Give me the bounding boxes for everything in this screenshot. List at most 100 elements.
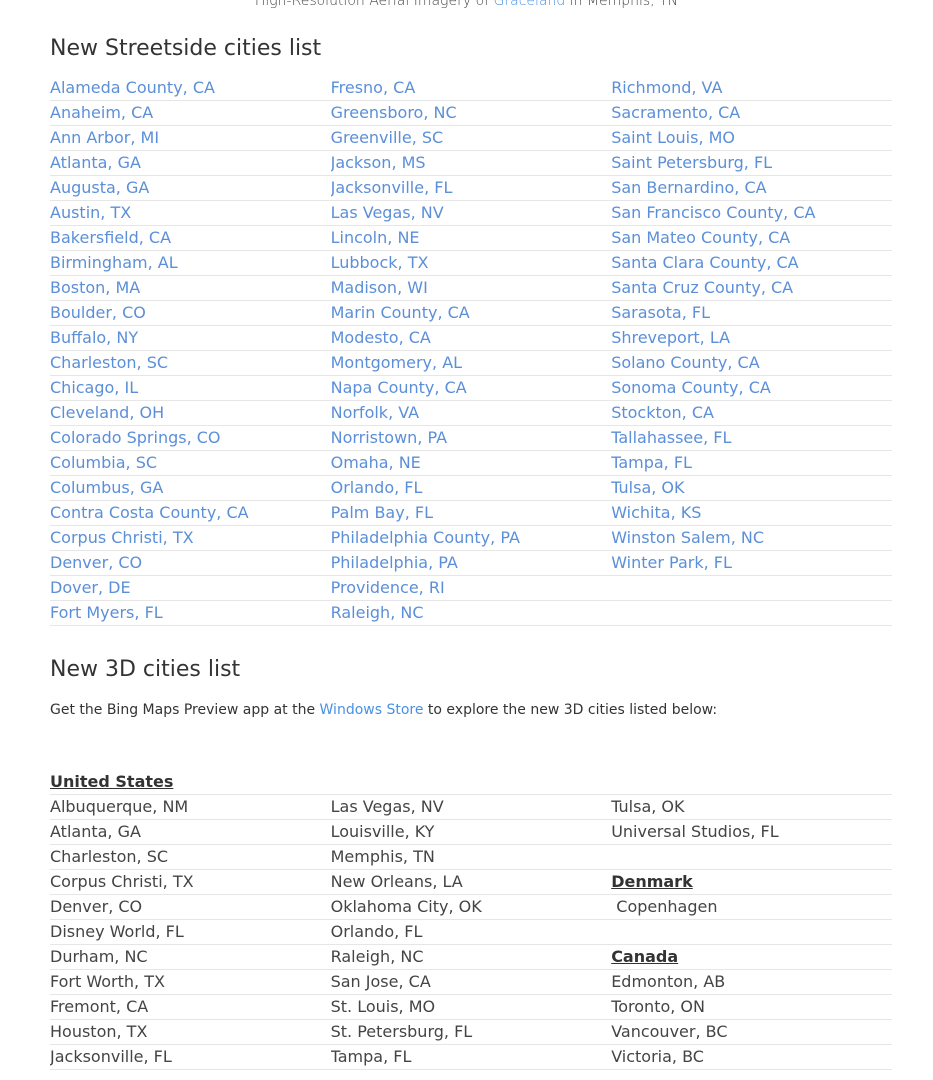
city-link-sonoma-county-ca[interactable]: Sonoma County, CA: [611, 376, 892, 400]
city-link-buffalo-ny[interactable]: Buffalo, NY: [50, 326, 331, 350]
city-link-chicago-il[interactable]: Chicago, IL: [50, 376, 331, 400]
city-link-solano-county-ca[interactable]: Solano County, CA: [611, 351, 892, 375]
city-link-santa-cruz-county-ca[interactable]: Santa Cruz County, CA: [611, 276, 892, 300]
table-row: Jacksonville, FL Tampa, FL Victoria, BC: [50, 1045, 892, 1070]
city-link-montgomery-al[interactable]: Montgomery, AL: [331, 351, 612, 375]
intro-prefix: Get the Bing Maps Preview app at the: [50, 702, 320, 718]
windows-store-link[interactable]: Windows Store: [320, 702, 424, 718]
city-link-lincoln-ne[interactable]: Lincoln, NE: [331, 226, 612, 250]
city-fremont-ca: Fremont, CA: [50, 997, 149, 1016]
city-link-wichita-ks[interactable]: Wichita, KS: [611, 501, 892, 525]
city-vancouver-bc: Vancouver, BC: [611, 1022, 728, 1041]
city-link-augusta-ga[interactable]: Augusta, GA: [50, 176, 331, 200]
city-toronto-on: Toronto, ON: [611, 997, 705, 1016]
city-link-norristown-pa[interactable]: Norristown, PA: [331, 426, 612, 450]
image-caption: High-Resolution Aerial Imagery of Gracel…: [0, 0, 933, 11]
table-row: Corpus Christi, TX Philadelphia County, P…: [50, 526, 892, 551]
city-denver-co: Denver, CO: [50, 897, 143, 916]
table-row: Boulder, CO Marin County, CA Sarasota, FL: [50, 301, 892, 326]
city-link-austin-tx[interactable]: Austin, TX: [50, 201, 331, 225]
table-row: Corpus Christi, TX New Orleans, LA Denmark: [50, 870, 892, 895]
city-link-stockton-ca[interactable]: Stockton, CA: [611, 401, 892, 425]
city-link-tulsa-ok[interactable]: Tulsa, OK: [611, 476, 892, 500]
city-link-greenville-sc[interactable]: Greenville, SC: [331, 126, 612, 150]
city-link-dover-de[interactable]: Dover, DE: [50, 576, 331, 600]
city-link-san-francisco-county-ca[interactable]: San Francisco County, CA: [611, 201, 892, 225]
city-link-tampa-fl[interactable]: Tampa, FL: [611, 451, 892, 475]
city-link-colorado-springs-co[interactable]: Colorado Springs, CO: [50, 426, 331, 450]
city-link-richmond-va[interactable]: Richmond, VA: [611, 76, 892, 100]
city-link-anaheim-ca[interactable]: Anaheim, CA: [50, 101, 331, 125]
city-link-boulder-co[interactable]: Boulder, CO: [50, 301, 331, 325]
city-link-bakersfield-ca[interactable]: Bakersfield, CA: [50, 226, 331, 250]
table-row: Denver, CO Philadelphia, PA Winter Park, F…: [50, 551, 892, 576]
empty-cell: [611, 920, 892, 944]
city-link-santa-clara-county-ca[interactable]: Santa Clara County, CA: [611, 251, 892, 275]
city-link-raleigh-nc[interactable]: Raleigh, NC: [331, 601, 612, 625]
table-row: Colorado Springs, CO Norristown, PA Tallah…: [50, 426, 892, 451]
city-link-alameda-county-ca[interactable]: Alameda County, CA: [50, 76, 331, 100]
city-link-jacksonville-fl[interactable]: Jacksonville, FL: [331, 176, 612, 200]
city-link-columbia-sc[interactable]: Columbia, SC: [50, 451, 331, 475]
city-link-san-bernardino-ca[interactable]: San Bernardino, CA: [611, 176, 892, 200]
city-link-jackson-ms[interactable]: Jackson, MS: [331, 151, 612, 175]
caption-suffix: in Memphis, TN: [565, 0, 679, 9]
city-link-philadelphia-county-pa[interactable]: Philadelphia County, PA: [331, 526, 612, 550]
table-row: Dover, DE Providence, RI: [50, 576, 892, 601]
city-copenhagen: Copenhagen: [611, 897, 718, 916]
table-row: Fort Myers, FL Raleigh, NC: [50, 601, 892, 626]
city-link-norfolk-va[interactable]: Norfolk, VA: [331, 401, 612, 425]
cities-3d-table: United States Albuquerque, NM Las Vegas, N…: [50, 770, 892, 1070]
graceland-link[interactable]: Graceland: [494, 0, 566, 9]
table-row: Contra Costa County, CA Palm Bay, FL Wichi…: [50, 501, 892, 526]
cities-3d-intro: Get the Bing Maps Preview app at the Win…: [50, 699, 717, 721]
city-link-philadelphia-pa[interactable]: Philadelphia, PA: [331, 551, 612, 575]
city-link-shreveport-la[interactable]: Shreveport, LA: [611, 326, 892, 350]
city-albuquerque-nm: Albuquerque, NM: [50, 797, 189, 816]
city-link-palm-bay-fl[interactable]: Palm Bay, FL: [331, 501, 612, 525]
table-row: Bakersfield, CA Lincoln, NE San Mateo Coun…: [50, 226, 892, 251]
city-link-columbus-ga[interactable]: Columbus, GA: [50, 476, 331, 500]
city-link-charleston-sc[interactable]: Charleston, SC: [50, 351, 331, 375]
cities-3d-title: New 3D cities list: [50, 657, 241, 682]
city-link-san-mateo-county-ca[interactable]: San Mateo County, CA: [611, 226, 892, 250]
city-tulsa-ok: Tulsa, OK: [611, 797, 685, 816]
city-link-ann-arbor-mi[interactable]: Ann Arbor, MI: [50, 126, 331, 150]
city-link-atlanta-ga[interactable]: Atlanta, GA: [50, 151, 331, 175]
city-link-omaha-ne[interactable]: Omaha, NE: [331, 451, 612, 475]
city-link-tallahassee-fl[interactable]: Tallahassee, FL: [611, 426, 892, 450]
table-row: Fremont, CA St. Louis, MO Toronto, ON: [50, 995, 892, 1020]
city-link-cleveland-oh[interactable]: Cleveland, OH: [50, 401, 331, 425]
city-link-las-vegas-nv[interactable]: Las Vegas, NV: [331, 201, 612, 225]
city-link-orlando-fl[interactable]: Orlando, FL: [331, 476, 612, 500]
city-link-madison-wi[interactable]: Madison, WI: [331, 276, 612, 300]
city-link-greensboro-nc[interactable]: Greensboro, NC: [331, 101, 612, 125]
city-link-modesto-ca[interactable]: Modesto, CA: [331, 326, 612, 350]
city-link-marin-county-ca[interactable]: Marin County, CA: [331, 301, 612, 325]
table-row: Houston, TX St. Petersburg, FL Vancouver, …: [50, 1020, 892, 1045]
city-victoria-bc: Victoria, BC: [611, 1047, 704, 1066]
city-link-corpus-christi-tx[interactable]: Corpus Christi, TX: [50, 526, 331, 550]
city-link-fresno-ca[interactable]: Fresno, CA: [331, 76, 612, 100]
table-row: Charleston, SC Montgomery, AL Solano Count…: [50, 351, 892, 376]
table-row: Fort Worth, TX San Jose, CA Edmonton, AB: [50, 970, 892, 995]
city-link-sacramento-ca[interactable]: Sacramento, CA: [611, 101, 892, 125]
country-heading-denmark: Denmark: [611, 872, 693, 891]
city-link-saint-petersburg-fl[interactable]: Saint Petersburg, FL: [611, 151, 892, 175]
city-new-orleans-la: New Orleans, LA: [330, 872, 463, 891]
empty-cell: [331, 770, 612, 794]
city-link-fort-myers-fl[interactable]: Fort Myers, FL: [50, 601, 331, 625]
city-link-contra-costa-county-ca[interactable]: Contra Costa County, CA: [50, 501, 331, 525]
city-link-providence-ri[interactable]: Providence, RI: [331, 576, 612, 600]
city-link-boston-ma[interactable]: Boston, MA: [50, 276, 331, 300]
city-link-sarasota-fl[interactable]: Sarasota, FL: [611, 301, 892, 325]
city-link-napa-county-ca[interactable]: Napa County, CA: [331, 376, 612, 400]
city-link-lubbock-tx[interactable]: Lubbock, TX: [331, 251, 612, 275]
table-row: Cleveland, OH Norfolk, VA Stockton, CA: [50, 401, 892, 426]
city-link-saint-louis-mo[interactable]: Saint Louis, MO: [611, 126, 892, 150]
city-link-winter-park-fl[interactable]: Winter Park, FL: [611, 551, 892, 575]
city-link-birmingham-al[interactable]: Birmingham, AL: [50, 251, 331, 275]
country-heading-canada: Canada: [611, 947, 679, 966]
city-link-winston-salem-nc[interactable]: Winston Salem, NC: [611, 526, 892, 550]
city-link-denver-co[interactable]: Denver, CO: [50, 551, 331, 575]
